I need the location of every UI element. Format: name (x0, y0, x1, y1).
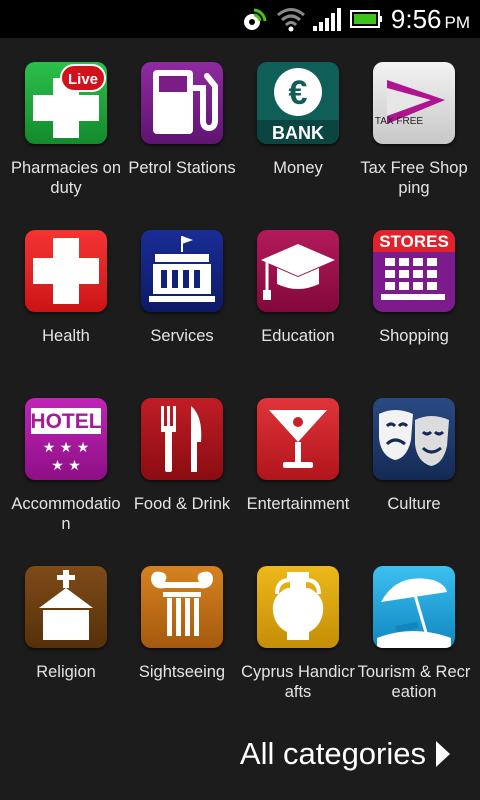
all-categories-button[interactable]: All categories (240, 734, 452, 774)
sync-icon (242, 6, 268, 37)
tax-free-icon: TAX FREE (373, 62, 455, 144)
category-label: Petrol Stations (128, 159, 236, 177)
ionic-column-icon (141, 566, 223, 648)
svg-text:★ ★ ★: ★ ★ ★ (43, 440, 90, 456)
category-label: Culture (387, 495, 441, 513)
status-bar: 9:56 PM (0, 0, 480, 38)
category-label: Sightseeing (138, 663, 226, 681)
svg-text:€: € (289, 74, 308, 112)
category-label: Money (273, 159, 323, 177)
graduation-cap-icon (257, 230, 339, 312)
clock: 9:56 PM (390, 4, 470, 34)
svg-text:TAX FREE: TAX FREE (375, 116, 423, 127)
category-label: Religion (36, 663, 96, 681)
category-label: Services (150, 327, 214, 345)
red-cross-icon (25, 230, 107, 312)
category-label: Education (261, 327, 335, 345)
category-label: Food & Drink (133, 495, 231, 513)
cocktail-glass-icon (257, 398, 339, 480)
category-label: Tourism & Recreation (357, 663, 471, 701)
chevron-right-icon (436, 741, 450, 767)
amphora-icon (257, 566, 339, 648)
stores-icon: STORES (373, 230, 455, 312)
fork-knife-icon (141, 398, 223, 480)
fuel-pump-icon (141, 62, 223, 144)
category-label: Pharmacies on duty (10, 159, 122, 197)
wifi-icon (276, 6, 306, 37)
theatre-masks-icon (373, 398, 455, 480)
signal-icon (312, 6, 342, 37)
church-icon (25, 566, 107, 648)
category-label: Accommodation (11, 495, 121, 533)
battery-icon (350, 6, 384, 37)
all-categories-label: All categories (239, 736, 426, 771)
government-building-icon (141, 230, 223, 312)
live-badge: Live (68, 71, 98, 88)
svg-text:★ ★: ★ ★ (51, 458, 81, 474)
beach-umbrella-icon (373, 566, 455, 648)
svg-text:BANK: BANK (272, 123, 324, 143)
category-label: Shopping (379, 327, 449, 345)
hotel-stars-icon: HOTEL ★ ★ ★ ★ ★ (25, 398, 107, 480)
pharmacy-live-icon: Live (25, 62, 107, 144)
category-label: Health (42, 327, 90, 345)
category-label: Cyprus Handicrafts (241, 663, 355, 701)
category-label: Tax Free Shopping (360, 159, 468, 197)
category-label: Entertainment (246, 495, 350, 513)
svg-text:HOTEL: HOTEL (30, 410, 101, 433)
svg-text:STORES: STORES (379, 232, 449, 251)
euro-bank-icon: € BANK (257, 62, 339, 144)
